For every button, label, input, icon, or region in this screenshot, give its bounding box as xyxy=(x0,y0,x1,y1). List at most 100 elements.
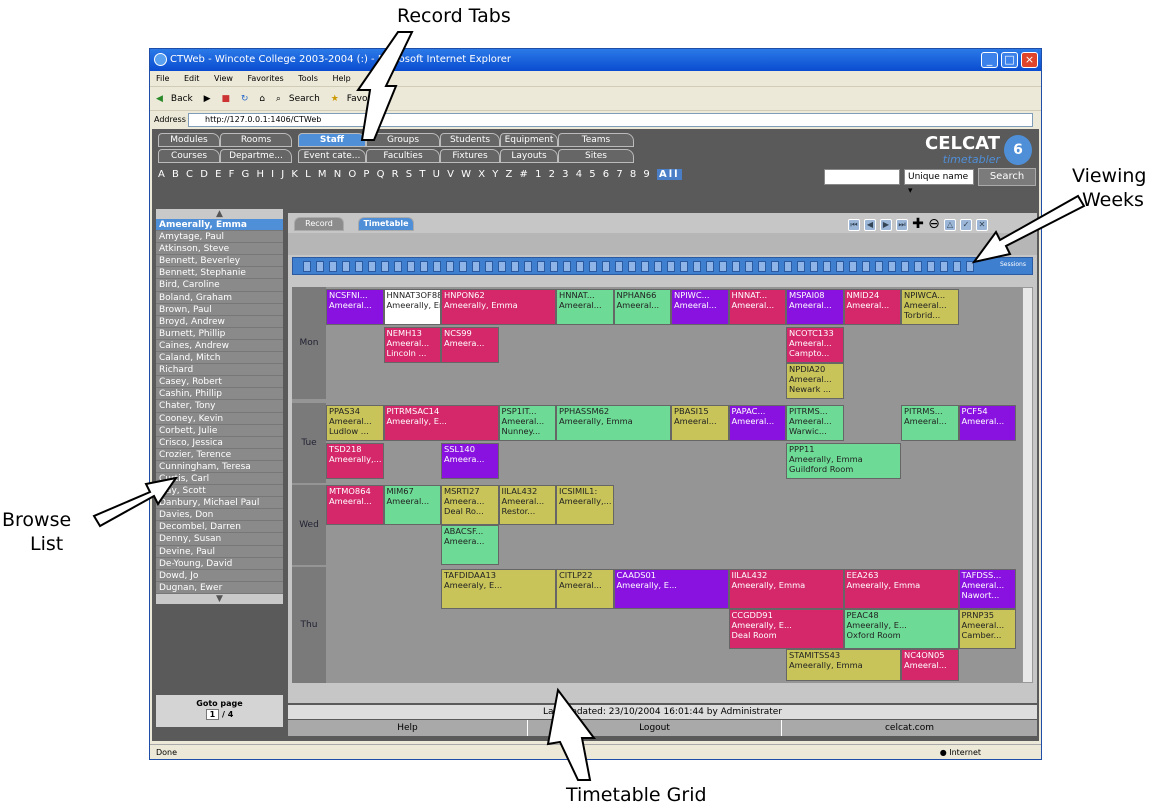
timetable-event[interactable]: PEAC48 Ameerally, E... Oxford Room xyxy=(843,609,959,649)
timetable-event[interactable]: CCGDD91 Ameerally, E... Deal Room xyxy=(728,609,844,649)
cancel-icon[interactable]: ✕ xyxy=(976,219,988,231)
timetable-event[interactable]: MSRTI27 Ameera... Deal Ro... xyxy=(441,485,499,525)
timetable-event[interactable]: PSP1IT... Ameeral... Nunney... xyxy=(498,405,556,441)
timetable-event[interactable]: CAADS01 Ameerally, E... xyxy=(613,569,729,609)
browse-list-item[interactable]: Burnett, Phillip xyxy=(156,327,283,340)
refresh-icon[interactable]: ↻ xyxy=(241,94,249,104)
week-cell[interactable] xyxy=(797,261,805,272)
week-cell[interactable] xyxy=(901,261,909,272)
menu-help[interactable]: Help xyxy=(332,74,350,83)
add-icon[interactable]: ✚ xyxy=(912,217,924,231)
warning-icon[interactable]: △ xyxy=(944,219,956,231)
tab-event-categories[interactable]: Event cate... xyxy=(298,149,366,163)
week-cell[interactable] xyxy=(550,261,558,272)
browse-list-item[interactable]: Bird, Caroline xyxy=(156,279,283,292)
tab-teams[interactable]: Teams xyxy=(558,133,634,147)
tab-modules[interactable]: Modules xyxy=(158,133,220,147)
week-cell[interactable] xyxy=(953,261,961,272)
browse-list-item[interactable]: Broyd, Andrew xyxy=(156,315,283,328)
browse-list-item[interactable]: Atkinson, Steve xyxy=(156,243,283,256)
browse-list-item[interactable]: Dugnan, Ewer xyxy=(156,581,283,594)
browse-list-item[interactable]: Ameerally, Emma xyxy=(156,219,283,232)
menu-file[interactable]: File xyxy=(156,74,169,83)
week-cell[interactable] xyxy=(771,261,779,272)
timetable-event[interactable]: PPP11 Ameerally, Emma Guildford Room xyxy=(786,443,901,479)
maximize-icon[interactable]: □ xyxy=(1001,52,1018,68)
logout-link[interactable]: Logout xyxy=(528,720,782,736)
timetable-event[interactable]: NMID24 Ameeral... xyxy=(843,289,901,325)
timetable-event[interactable]: NPHAN66 Ameeral... xyxy=(613,289,671,325)
filter-all[interactable]: All xyxy=(656,169,682,180)
browse-list-item[interactable]: Casey, Robert xyxy=(156,376,283,389)
week-cell[interactable] xyxy=(472,261,480,272)
week-cell[interactable] xyxy=(927,261,935,272)
week-cell[interactable] xyxy=(680,261,688,272)
scroll-down-icon[interactable]: ▼ xyxy=(156,593,283,604)
minimize-icon[interactable]: _ xyxy=(981,52,998,68)
browse-list-item[interactable]: Bennett, Beverley xyxy=(156,255,283,268)
week-cell[interactable] xyxy=(342,261,350,272)
address-field[interactable]: http://127.0.0.1:1406/CTWeb xyxy=(188,113,1033,127)
timetable-event[interactable]: TAFDIDAA13 Ameeraly, E... xyxy=(441,569,556,609)
browse-list-item[interactable]: De-Young, David xyxy=(156,557,283,570)
browse-list-item[interactable]: Bennett, Stephanie xyxy=(156,267,283,280)
tab-staff[interactable]: Staff xyxy=(298,133,366,147)
timetable-event[interactable]: ICSIMIL1: Ameerally,... xyxy=(556,485,614,525)
timetable-event[interactable]: HNPON62 Ameerally, Emma xyxy=(441,289,556,325)
week-cell[interactable] xyxy=(693,261,701,272)
timetable-event[interactable]: HNNAT... Ameeral... xyxy=(728,289,786,325)
viewing-weeks-bar[interactable]: Sessions xyxy=(292,257,1033,275)
week-cell[interactable] xyxy=(511,261,519,272)
browse-list-item[interactable]: Decombel, Darren xyxy=(156,521,283,534)
week-cell[interactable] xyxy=(602,261,610,272)
browse-list-item[interactable]: Cooney, Kevin xyxy=(156,412,283,425)
search-icon[interactable]: ⌕ xyxy=(276,94,281,104)
browse-list-item[interactable]: Caines, Andrew xyxy=(156,339,283,353)
subtab-record[interactable]: Record xyxy=(294,217,344,231)
week-cell[interactable] xyxy=(940,261,948,272)
week-cell[interactable] xyxy=(641,261,649,272)
tab-rooms[interactable]: Rooms xyxy=(220,133,292,147)
favorites-button[interactable]: Favorites xyxy=(347,94,388,104)
timetable-event[interactable]: HNNAT... Ameeral... xyxy=(556,289,614,325)
week-cell[interactable] xyxy=(459,261,467,272)
help-link[interactable]: Help xyxy=(288,720,528,736)
favorites-icon[interactable]: ★ xyxy=(331,94,339,104)
search-input[interactable] xyxy=(824,169,900,185)
timetable-event[interactable]: PITRMSAC14 Ameerally, E... xyxy=(383,405,499,441)
week-cell[interactable] xyxy=(732,261,740,272)
week-cell[interactable] xyxy=(784,261,792,272)
unique-name-select[interactable]: Unique name ▾ xyxy=(904,169,974,196)
week-cell[interactable] xyxy=(381,261,389,272)
timetable-event[interactable]: PAPAC... Ameeral... xyxy=(728,405,786,441)
timetable-event[interactable]: NPIWCA... Ameeral... Torbrid... xyxy=(901,289,959,325)
browse-list-item[interactable]: Cunningham, Teresa xyxy=(156,460,283,473)
week-cell[interactable] xyxy=(498,261,506,272)
week-cell[interactable] xyxy=(615,261,623,272)
check-icon[interactable]: ✓ xyxy=(960,219,972,231)
next-week-icon[interactable]: ▶ xyxy=(880,219,892,231)
timetable-event[interactable]: NCSFNI... Ameeral... xyxy=(326,289,384,325)
timetable-event[interactable]: NPDIA20 Ameeral... Newark ... xyxy=(786,363,844,399)
week-cell[interactable] xyxy=(888,261,896,272)
week-cell[interactable] xyxy=(628,261,636,272)
week-cell[interactable] xyxy=(862,261,870,272)
week-cell[interactable] xyxy=(329,261,337,272)
page-select[interactable]: 1 xyxy=(205,709,220,720)
week-cell[interactable] xyxy=(914,261,922,272)
browse-list-item[interactable]: Crisco, Jessica xyxy=(156,436,283,449)
week-cell[interactable] xyxy=(758,261,766,272)
stop-icon[interactable]: ■ xyxy=(221,94,230,104)
subtab-timetable[interactable]: Timetable xyxy=(358,217,414,231)
tab-layouts[interactable]: Layouts xyxy=(500,149,558,163)
week-cell[interactable] xyxy=(719,261,727,272)
timetable-event[interactable]: MSPAI08 Ameeral... xyxy=(786,289,844,325)
timetable-event[interactable]: NCOTC133 Ameeral... Campto... xyxy=(786,327,844,363)
timetable-event[interactable]: TSD218 Ameerally,... xyxy=(326,443,384,479)
timetable-event[interactable]: PRNP35 Ameeral... Camber... xyxy=(958,609,1016,649)
timetable-event[interactable]: CITLP22 Ameeral... xyxy=(556,569,614,609)
browse-list-item[interactable]: Crozier, Terence xyxy=(156,448,283,461)
tab-fixtures[interactable]: Fixtures xyxy=(440,149,500,163)
week-cell[interactable] xyxy=(420,261,428,272)
browse-list-item[interactable]: Corbett, Julie xyxy=(156,424,283,437)
